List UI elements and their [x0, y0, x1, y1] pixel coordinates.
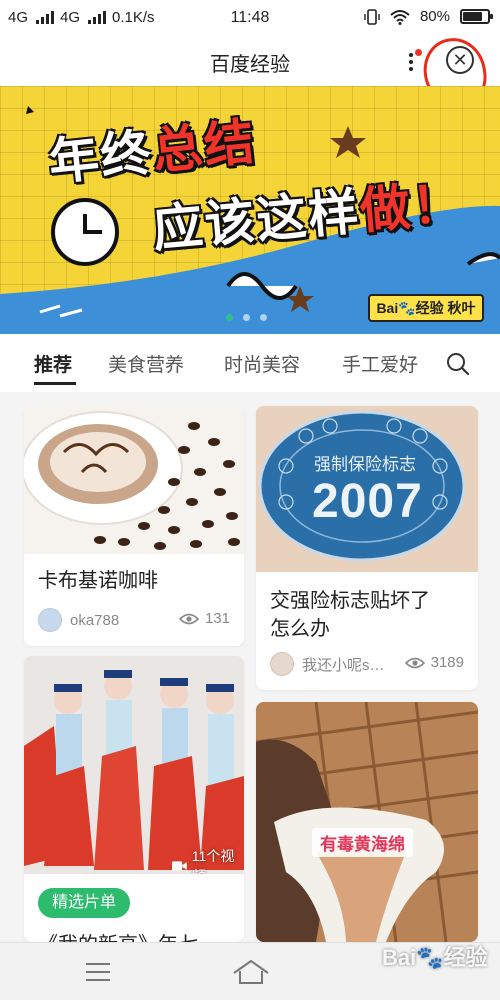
carousel-dot[interactable]: [243, 314, 250, 321]
menu-icon[interactable]: [86, 963, 110, 981]
coffee-illustration: [24, 406, 244, 554]
card-author: oka788: [38, 608, 119, 632]
coffee-image: [24, 406, 244, 554]
author-name: 我还小呢s…: [302, 656, 385, 674]
tab-active-indicator: [34, 382, 76, 385]
more-dot: [409, 67, 413, 71]
page-title: 百度经验: [210, 54, 290, 76]
video-count-badge: 11个视频: [172, 846, 244, 874]
article-card-insurance[interactable]: 强制保险标志 2007 交强险标志贴坏了 怎么办 我还小呢s… 3189: [256, 406, 478, 690]
view-number: 3189: [430, 654, 464, 671]
battery-percent: 80%: [419, 8, 450, 25]
avatar: [38, 608, 62, 632]
search-icon[interactable]: [446, 352, 470, 376]
avatar: [270, 652, 294, 676]
home-icon[interactable]: [232, 959, 270, 985]
card-title-line-1: 交强险标志贴坏了: [270, 590, 430, 612]
featured-tag: 精选片单: [38, 888, 131, 918]
more-options-button[interactable]: [402, 49, 422, 74]
eye-icon: [178, 613, 199, 624]
close-button[interactable]: ✕: [446, 46, 474, 74]
wifi-icon: [390, 9, 410, 25]
article-card-sponge[interactable]: 有毒黄海绵: [256, 702, 478, 942]
video-count: 11个视频: [191, 848, 235, 874]
category-tabs: 推荐 美食营养 时尚美容 手工爱好: [0, 334, 500, 392]
video-camera-icon: [172, 861, 187, 871]
notification-dot: [415, 49, 422, 56]
card-title-partial: 《我的新高》年七: [38, 928, 198, 942]
watermark: Bai🐾经验: [382, 945, 488, 970]
article-card-coffee[interactable]: 卡布基诺咖啡 oka788 131: [24, 406, 244, 646]
video-card-opera[interactable]: 11个视频 精选片单 《我的新高》年七: [24, 656, 244, 942]
tab-recommend[interactable]: 推荐: [34, 350, 72, 377]
carousel-indicators: [226, 314, 267, 321]
card-author: 我还小呢s…: [270, 652, 385, 676]
sticker-year: 2007: [312, 475, 423, 528]
card-title-line-2: 怎么办: [270, 618, 330, 640]
card-title: 卡布基诺咖啡: [38, 570, 158, 592]
banner-logo: Bai🐾经验 秋叶: [368, 294, 484, 322]
tab-handcraft[interactable]: 手工爱好: [342, 350, 418, 377]
opera-illustration: [24, 656, 244, 874]
view-number: 131: [204, 610, 230, 627]
sponge-illustration: [256, 702, 478, 942]
system-icons: 80%: [364, 8, 493, 25]
vibrate-icon: [364, 8, 380, 25]
more-dot: [409, 53, 413, 57]
tab-food[interactable]: 美食营养: [108, 350, 184, 377]
eye-icon: [404, 657, 425, 668]
title-bar: 百度经验 ✕: [0, 36, 500, 86]
carousel-dot-active[interactable]: [226, 314, 233, 321]
sticker-heading: 强制保险标志: [314, 455, 416, 474]
view-count: 3189: [404, 654, 464, 671]
sponge-image: 有毒黄海绵: [256, 702, 478, 942]
battery-icon: [460, 9, 493, 24]
battery-fill: [463, 12, 483, 21]
image-caption: 有毒黄海绵: [312, 828, 413, 857]
insurance-sticker-image: 强制保险标志 2007: [256, 406, 478, 572]
carousel-dot[interactable]: [260, 314, 267, 321]
banner-carousel[interactable]: 年终总结 应该这样做！ Bai🐾经验 秋叶: [0, 86, 500, 334]
opera-image: 11个视频: [24, 656, 244, 874]
status-bar: 4G 4G 0.1K/s 11:48 80%: [0, 0, 500, 36]
tab-fashion[interactable]: 时尚美容: [224, 350, 300, 377]
author-name: oka788: [70, 611, 120, 629]
view-count: 131: [178, 610, 230, 627]
more-dot: [409, 60, 413, 64]
